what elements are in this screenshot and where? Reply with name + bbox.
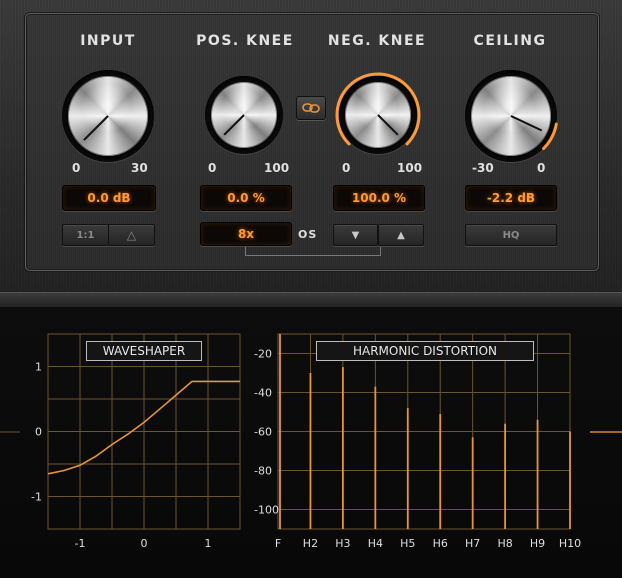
divider-strip: [0, 292, 622, 308]
harmonic-x-tick: F: [275, 537, 281, 550]
knee-link-button[interactable]: [296, 96, 326, 120]
oversampling-up-button[interactable]: ▲: [378, 224, 424, 246]
harmonic-x-tick: H3: [335, 537, 350, 550]
oversampling-down-button[interactable]: ▼: [333, 224, 378, 246]
pos-knee-knob[interactable]: [211, 82, 277, 148]
pos-knee-knob-pointer: [223, 114, 245, 136]
harmonic-x-tick: H10: [559, 537, 581, 550]
input-max-label: 30: [131, 161, 148, 175]
neg-knee-knob-pointer: [377, 114, 399, 136]
harmonic-x-tick: H4: [368, 537, 383, 550]
ratio-button[interactable]: 1:1: [62, 224, 109, 246]
delta-button[interactable]: △: [108, 224, 155, 246]
waveshaper-y-tick: 1: [35, 361, 42, 374]
ceiling-knob[interactable]: [471, 76, 551, 156]
neg-knee-title: NEG. KNEE: [327, 33, 427, 49]
oversampling-bracket: [245, 247, 381, 256]
input-knob-pointer: [83, 115, 109, 141]
oversampling-label: OS: [298, 228, 318, 241]
pos-knee-max-label: 100: [264, 161, 290, 175]
harmonic-y-tick: -100: [254, 504, 279, 517]
input-knob[interactable]: [68, 76, 148, 156]
harmonic-x-tick: H9: [530, 537, 545, 550]
waveshaper-y-tick: 0: [35, 426, 42, 439]
pos-knee-readout[interactable]: 0.0 %: [200, 185, 292, 211]
ceiling-min-label: -30: [472, 161, 494, 175]
harmonic-x-tick: H8: [497, 537, 512, 550]
harmonic-x-tick: H7: [465, 537, 480, 550]
pos-knee-min-label: 0: [208, 161, 217, 175]
neg-knee-min-label: 0: [342, 161, 351, 175]
harmonic-x-tick: H2: [303, 537, 318, 550]
harmonic-y-tick: -20: [254, 348, 272, 361]
harmonic-ticks: -20 -40 -60 -80 -100 F H2 H3 H4 H5 H6 H7 H8 H9 H10: [254, 348, 581, 551]
ceiling-title: CEILING: [473, 33, 547, 49]
neg-knee-knob[interactable]: [345, 82, 411, 148]
waveshaper-x-tick: 0: [141, 537, 148, 550]
ceiling-max-label: 0: [537, 161, 546, 175]
input-title: INPUT: [80, 33, 136, 49]
harmonic-distortion-title: HARMONIC DISTORTION: [316, 341, 534, 361]
waveshaper-title: WAVESHAPER: [86, 341, 202, 361]
hq-button[interactable]: HQ: [465, 224, 557, 246]
waveshaper-x-tick: -1: [75, 537, 86, 550]
neg-knee-readout[interactable]: 100.0 %: [333, 185, 425, 211]
input-readout[interactable]: 0.0 dB: [62, 185, 156, 211]
input-min-label: 0: [72, 161, 81, 175]
waveshaper-grid: [47, 333, 241, 530]
harmonic-y-tick: -80: [254, 465, 272, 478]
harmonic-x-tick: H5: [400, 537, 415, 550]
link-icon: [302, 103, 320, 113]
neg-knee-max-label: 100: [397, 161, 423, 175]
control-panel-background: INPUT POS. KNEE NEG. KNEE CEILING 0 30 0…: [0, 0, 622, 292]
pos-knee-title: POS. KNEE: [196, 33, 294, 49]
waveshaper-y-tick: -1: [31, 491, 42, 504]
oversampling-readout[interactable]: 8x: [200, 222, 292, 246]
harmonic-x-tick: H6: [433, 537, 448, 550]
graph-area: -1 0 1 1 0 -1 -20 -40 -60 -80 -100 F H2 H3 H4 H5 H6 H7 H8…: [0, 307, 622, 578]
harmonic-grid: [277, 333, 571, 530]
ceiling-readout[interactable]: -2.2 dB: [465, 185, 557, 211]
harmonic-y-tick: -40: [254, 387, 272, 400]
harmonic-y-tick: -60: [254, 426, 272, 439]
waveshaper-x-tick: 1: [205, 537, 212, 550]
ceiling-knob-pointer: [510, 115, 542, 132]
